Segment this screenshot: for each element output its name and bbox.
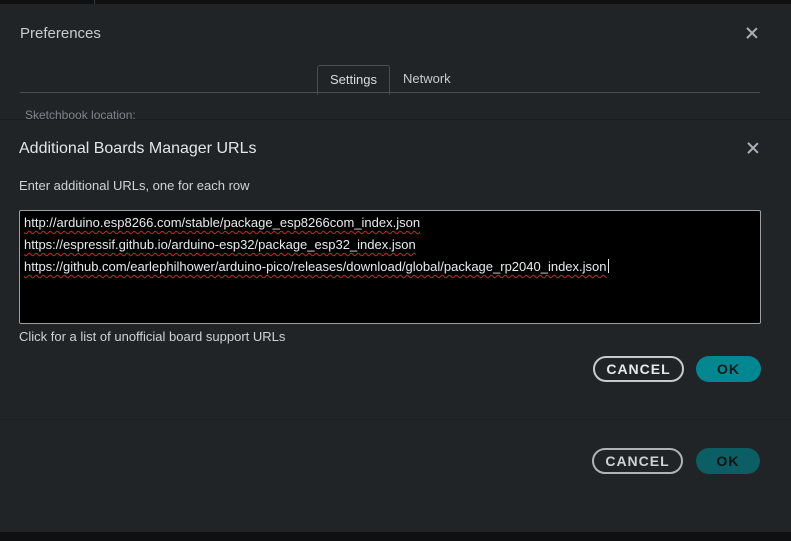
- ok-button[interactable]: OK: [696, 356, 761, 382]
- close-icon[interactable]: [745, 26, 759, 40]
- preferences-title: Preferences: [20, 25, 101, 42]
- url-line: https://espressif.github.io/arduino-esp3…: [24, 237, 756, 259]
- cancel-button[interactable]: CANCEL: [593, 356, 684, 382]
- preferences-cancel-button[interactable]: CANCEL: [592, 448, 683, 474]
- tab-settings[interactable]: Settings: [317, 65, 390, 95]
- tab-network[interactable]: Network: [391, 65, 463, 93]
- urls-textarea[interactable]: http://arduino.esp8266.com/stable/packag…: [19, 210, 761, 324]
- unofficial-urls-link[interactable]: Click for a list of unofficial board sup…: [19, 329, 285, 344]
- url-text: http://arduino.esp8266.com/stable/packag…: [24, 215, 421, 230]
- url-text: https://github.com/earlephilhower/arduin…: [24, 259, 607, 274]
- text-caret: [607, 259, 609, 273]
- additional-boards-dialog: Additional Boards Manager URLs Enter add…: [0, 120, 791, 419]
- tab-divider: [20, 92, 760, 93]
- url-line: http://arduino.esp8266.com/stable/packag…: [24, 215, 756, 237]
- preferences-ok-button[interactable]: OK: [696, 448, 760, 474]
- dialog-title: Additional Boards Manager URLs: [19, 140, 257, 157]
- instructions-text: Enter additional URLs, one for each row: [19, 178, 250, 193]
- window-bottom-strip: [0, 532, 791, 541]
- url-line: https://github.com/earlephilhower/arduin…: [24, 259, 756, 281]
- close-icon[interactable]: [746, 141, 760, 155]
- url-text: https://espressif.github.io/arduino-esp3…: [24, 237, 416, 252]
